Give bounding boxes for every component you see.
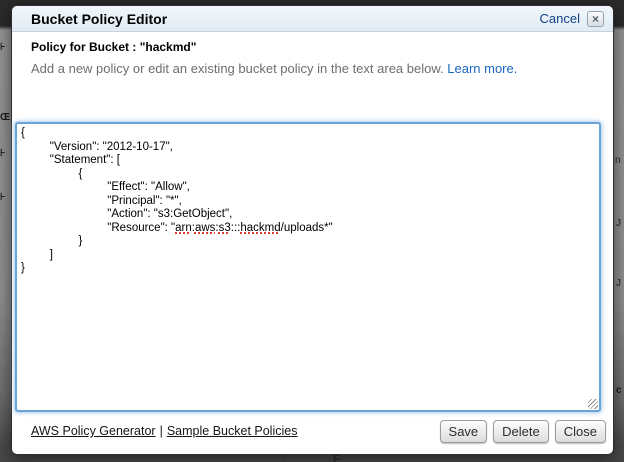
resize-handle-icon[interactable]: [588, 399, 598, 409]
close-button[interactable]: Close: [555, 420, 606, 443]
policy-for-bucket-label: Policy for Bucket : "hackmd": [31, 40, 594, 54]
learn-more-link[interactable]: Learn more.: [447, 61, 517, 76]
background-fragment: Œ: [0, 112, 10, 123]
background-fragment: ⊦: [0, 42, 10, 53]
save-button[interactable]: Save: [440, 420, 488, 443]
dialog-header: Bucket Policy Editor Cancel ×: [12, 6, 613, 32]
aws-policy-generator-link[interactable]: AWS Policy Generator: [31, 424, 156, 438]
dialog-body: Policy for Bucket : "hackmd" Add a new p…: [12, 32, 613, 412]
background-fragment: c: [616, 385, 624, 396]
sample-bucket-policies-link[interactable]: Sample Bucket Policies: [167, 424, 298, 438]
dialog-footer: AWS Policy Generator | Sample Bucket Polic…: [12, 412, 613, 454]
footer-links: AWS Policy Generator | Sample Bucket Polic…: [31, 424, 434, 438]
background-fragment: J: [616, 278, 624, 289]
close-icon[interactable]: ×: [587, 11, 604, 27]
background-fragment: J: [616, 218, 624, 229]
links-separator: |: [160, 424, 163, 438]
instruction-text: Add a new policy or edit an existing buc…: [31, 61, 594, 76]
delete-button[interactable]: Delete: [493, 420, 549, 443]
background-fragment: n: [615, 155, 624, 166]
instruction-label: Add a new policy or edit an existing buc…: [31, 61, 444, 76]
policy-textarea[interactable]: { "Version": "2012-10-17", "Statement": …: [15, 122, 601, 412]
background-fragment: ⊦: [0, 148, 10, 159]
bucket-policy-editor-dialog: Bucket Policy Editor Cancel × Policy for…: [11, 5, 614, 455]
background-fragment: ⊦: [0, 192, 10, 203]
dialog-title: Bucket Policy Editor: [31, 11, 540, 27]
policy-text: { "Version": "2012-10-17", "Statement": …: [17, 124, 599, 279]
cancel-link[interactable]: Cancel: [540, 11, 580, 26]
